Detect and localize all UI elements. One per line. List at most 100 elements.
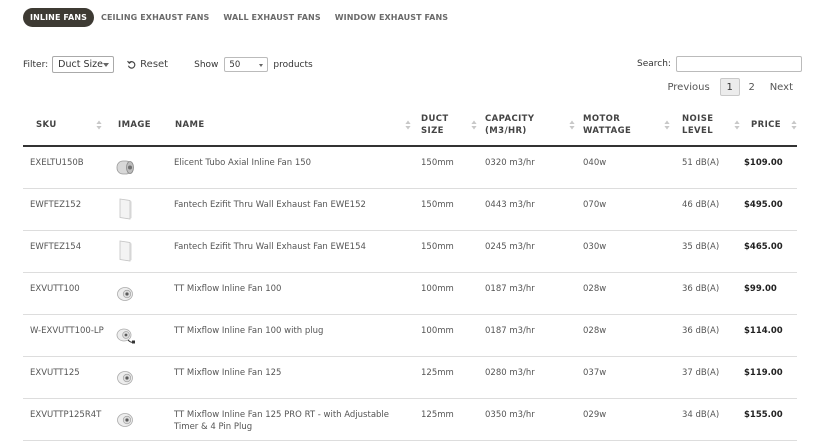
- header-label: MOTOR: [583, 113, 621, 124]
- price-cell: $495.00: [744, 188, 797, 231]
- name-cell[interactable]: Fantech Ezifit Thru Wall Exhaust Fan EWE…: [170, 188, 415, 231]
- sort-icon: [471, 120, 477, 130]
- previous-button[interactable]: Previous: [667, 82, 709, 93]
- price-cell: $109.00: [744, 146, 797, 189]
- wattage-cell: 040w: [579, 146, 674, 189]
- sku-cell: EXVUTTP125R4T: [23, 398, 106, 441]
- image-cell[interactable]: [106, 230, 170, 273]
- header-label: (M3/HR): [485, 125, 527, 136]
- capacity-cell: 0187 m3/hr: [481, 314, 579, 357]
- name-cell[interactable]: Elicent Tubo Axial Inline Fan 150: [170, 146, 415, 189]
- sku-cell: EXELTU150B: [23, 146, 106, 189]
- column-header-noise-level[interactable]: NOISE LEVEL: [674, 104, 744, 147]
- wattage-cell: 028w: [579, 314, 674, 357]
- column-header-motor-wattage[interactable]: MOTOR WATTAGE: [579, 104, 674, 147]
- name-cell[interactable]: TT Mixflow Inline Fan 100 with plug: [170, 314, 415, 357]
- duct-size-cell: 150mm: [415, 230, 481, 273]
- products-table: SKU IMAGE NAME DUCT SIZE CAPACITY (M3/HR) …: [23, 104, 797, 441]
- reset-button[interactable]: Reset: [127, 59, 168, 70]
- table-row[interactable]: EXELTU150B Elicent Tubo Axial Inline Fan…: [23, 146, 797, 189]
- page-size-select[interactable]: 50: [224, 57, 269, 72]
- name-cell[interactable]: TT Mixflow Inline Fan 125 PRO RT - with …: [170, 398, 415, 441]
- filter-select[interactable]: Duct Size: [52, 56, 115, 73]
- table-row[interactable]: EWFTEZ152 Fantech Ezifit Thru Wall Exhau…: [23, 188, 797, 231]
- wattage-cell: 029w: [579, 398, 674, 441]
- price-cell: $155.00: [744, 398, 797, 441]
- table-row[interactable]: EXVUTT125 TT Mixflow Inline Fan 125 125m…: [23, 356, 797, 399]
- header-label: CAPACITY: [485, 113, 535, 124]
- tab-wall-exhaust-fans[interactable]: WALL EXHAUST FANS: [223, 13, 320, 22]
- show-label: Show: [194, 59, 219, 70]
- duct-size-cell: 125mm: [415, 356, 481, 399]
- column-header-capacity[interactable]: CAPACITY (M3/HR): [481, 104, 579, 147]
- table-row[interactable]: W-EXVUTT100-LP TT Mixflow Inline Fan 100…: [23, 314, 797, 357]
- wattage-cell: 030w: [579, 230, 674, 273]
- duct-size-cell: 150mm: [415, 146, 481, 189]
- tab-window-exhaust-fans[interactable]: WINDOW EXHAUST FANS: [335, 13, 448, 22]
- mixflow-fan-icon: [117, 412, 133, 427]
- page-1-button[interactable]: 1: [719, 78, 740, 96]
- image-cell[interactable]: [106, 356, 170, 399]
- next-button[interactable]: Next: [770, 82, 793, 93]
- filter-toolbar: Filter: Duct Size Reset Show 50 products: [23, 56, 313, 73]
- sku-cell: EXVUTT125: [23, 356, 106, 399]
- page-2-button[interactable]: 2: [742, 78, 762, 96]
- wattage-cell: 028w: [579, 272, 674, 315]
- noise-cell: 36 dB(A): [674, 272, 744, 315]
- table-row[interactable]: EXVUTTP125R4T TT Mixflow Inline Fan 125 …: [23, 398, 797, 441]
- name-cell[interactable]: Fantech Ezifit Thru Wall Exhaust Fan EWE…: [170, 230, 415, 273]
- duct-size-cell: 100mm: [415, 272, 481, 315]
- image-cell[interactable]: [106, 398, 170, 441]
- mixflow-fan-icon: [117, 370, 133, 385]
- sort-icon: [734, 120, 740, 130]
- table-row[interactable]: EXVUTT100 TT Mixflow Inline Fan 100 100m…: [23, 272, 797, 315]
- noise-cell: 46 dB(A): [674, 188, 744, 231]
- search-box: Search:: [637, 56, 802, 72]
- wattage-cell: 070w: [579, 188, 674, 231]
- sort-icon: [96, 120, 102, 130]
- header-label: PRICE: [751, 119, 781, 130]
- noise-cell: 37 dB(A): [674, 356, 744, 399]
- search-input[interactable]: [675, 56, 802, 72]
- capacity-cell: 0443 m3/hr: [481, 188, 579, 231]
- sort-icon: [791, 120, 797, 130]
- tab-ceiling-exhaust-fans[interactable]: CEILING EXHAUST FANS: [101, 13, 209, 22]
- noise-cell: 51 dB(A): [674, 146, 744, 189]
- column-header-price[interactable]: PRICE: [744, 104, 797, 147]
- sort-icon: [405, 120, 411, 130]
- image-cell[interactable]: [106, 272, 170, 315]
- column-header-sku[interactable]: SKU: [23, 104, 106, 147]
- duct-size-cell: 100mm: [415, 314, 481, 357]
- price-cell: $465.00: [744, 230, 797, 273]
- image-cell[interactable]: [106, 188, 170, 231]
- wall-fan-icon: [119, 198, 132, 219]
- table-row[interactable]: EWFTEZ154 Fantech Ezifit Thru Wall Exhau…: [23, 230, 797, 273]
- price-cell: $119.00: [744, 356, 797, 399]
- chevron-down-icon: [259, 64, 264, 67]
- capacity-cell: 0245 m3/hr: [481, 230, 579, 273]
- tubular-fan-icon: [116, 160, 134, 175]
- header-label: NOISE: [682, 113, 714, 124]
- name-cell[interactable]: TT Mixflow Inline Fan 100: [170, 272, 415, 315]
- header-label: IMAGE: [118, 119, 151, 130]
- image-cell[interactable]: [106, 146, 170, 189]
- noise-cell: 36 dB(A): [674, 314, 744, 357]
- filter-select-value: Duct Size: [58, 59, 103, 70]
- search-label: Search:: [637, 59, 671, 69]
- price-cell: $99.00: [744, 272, 797, 315]
- capacity-cell: 0187 m3/hr: [481, 272, 579, 315]
- products-label: products: [273, 59, 313, 70]
- column-header-name[interactable]: NAME: [170, 104, 415, 147]
- tab-inline-fans[interactable]: INLINE FANS: [23, 7, 94, 27]
- mixflow-fan-plug-icon: [116, 328, 135, 343]
- sku-cell: EXVUTT100: [23, 272, 106, 315]
- noise-cell: 34 dB(A): [674, 398, 744, 441]
- duct-size-cell: 150mm: [415, 188, 481, 231]
- wattage-cell: 037w: [579, 356, 674, 399]
- image-cell[interactable]: [106, 314, 170, 357]
- category-tabs: INLINE FANS CEILING EXHAUST FANS WALL EX…: [23, 7, 462, 27]
- column-header-image: IMAGE: [106, 104, 170, 147]
- duct-size-cell: 125mm: [415, 398, 481, 441]
- column-header-duct-size[interactable]: DUCT SIZE: [415, 104, 481, 147]
- name-cell[interactable]: TT Mixflow Inline Fan 125: [170, 356, 415, 399]
